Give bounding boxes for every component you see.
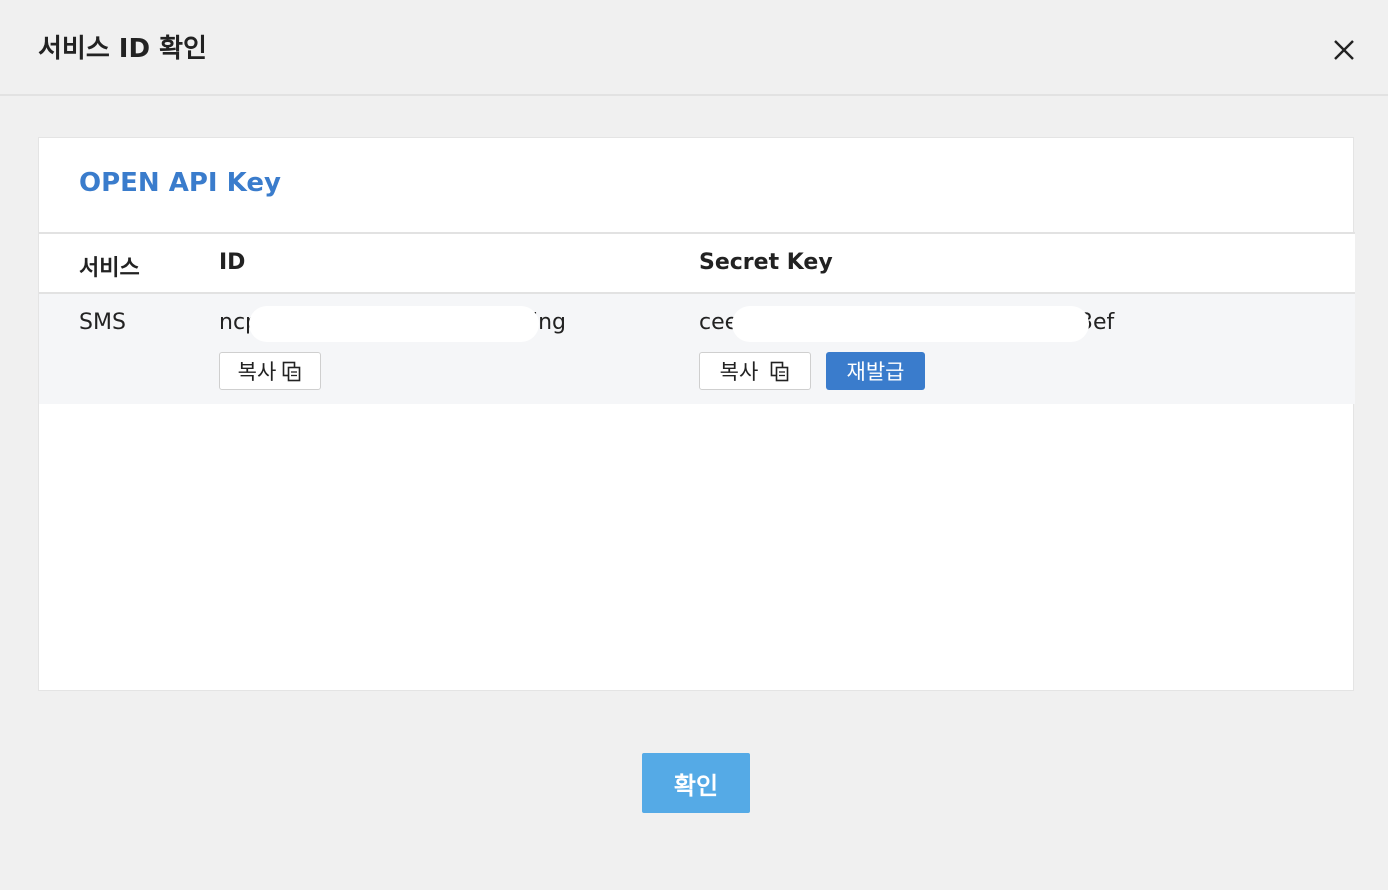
modal-header: 서비스 ID 확인: [0, 0, 1388, 96]
close-icon: [1334, 40, 1354, 60]
modal-title: 서비스 ID 확인: [38, 34, 207, 64]
copy-icon: [283, 361, 301, 382]
secret-redaction-mask: [732, 306, 1089, 342]
copy-id-button[interactable]: 복사: [219, 352, 321, 390]
table-row: SMS ncp ing 복사 cee 3ef 복사 재발급: [39, 294, 1355, 404]
card-title: OPEN API Key: [79, 168, 281, 198]
copy-secret-label: 복사: [719, 360, 759, 384]
id-redaction-mask: [249, 306, 539, 342]
confirm-button[interactable]: 확인: [642, 753, 750, 813]
column-header-secret-key: Secret Key: [699, 250, 833, 275]
column-header-id: ID: [219, 250, 246, 275]
table-header: 서비스 ID Secret Key: [39, 232, 1355, 294]
reissue-secret-button[interactable]: 재발급: [826, 352, 925, 390]
copy-icon: [771, 361, 789, 382]
copy-id-label: 복사: [237, 360, 277, 384]
copy-secret-button[interactable]: 복사: [699, 352, 811, 390]
api-key-card: OPEN API Key 서비스 ID Secret Key SMS ncp i…: [38, 137, 1355, 691]
service-name: SMS: [79, 310, 126, 335]
close-button[interactable]: [1322, 28, 1366, 72]
service-id-modal: 서비스 ID 확인 OPEN API Key 서비스 ID Secret Key…: [0, 0, 1388, 890]
column-header-service: 서비스: [79, 256, 140, 281]
